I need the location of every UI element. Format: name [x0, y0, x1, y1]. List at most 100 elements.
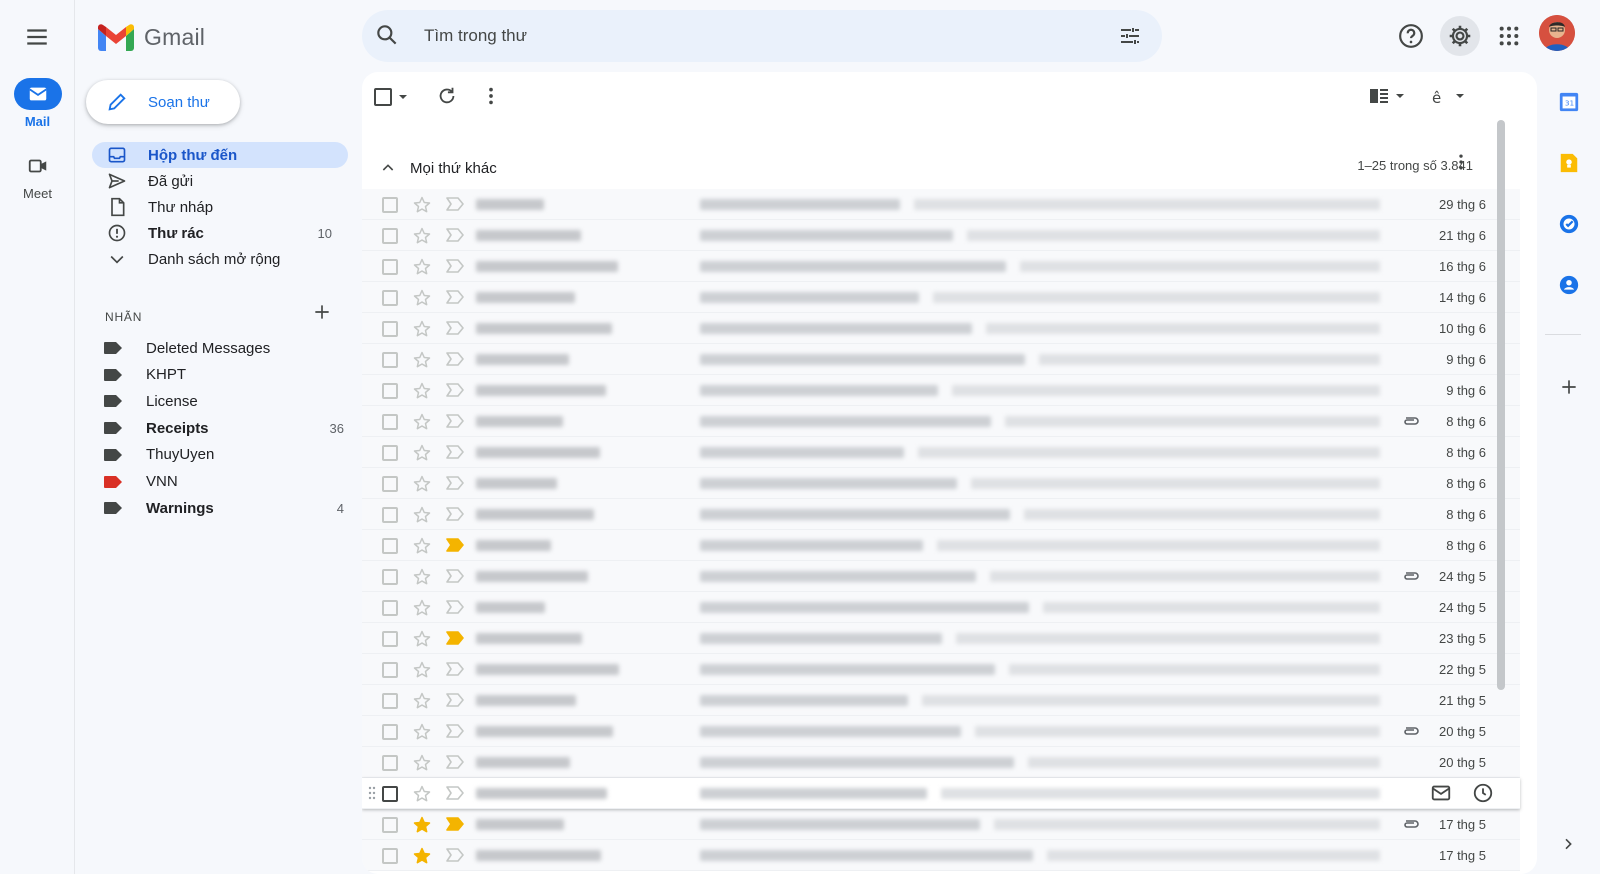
mark-unread-icon[interactable]	[1430, 782, 1452, 804]
email-row[interactable]: 8 thg 6	[362, 406, 1520, 437]
star-icon[interactable]	[412, 660, 432, 680]
star-icon[interactable]	[412, 381, 432, 401]
nav-item-inbox[interactable]: Hộp thư đến	[92, 142, 348, 168]
label-item-vnn[interactable]: VNN	[104, 469, 344, 495]
important-marker-icon[interactable]	[446, 848, 464, 862]
row-checkbox[interactable]	[382, 786, 398, 802]
important-marker-icon[interactable]	[446, 321, 464, 335]
important-marker-icon[interactable]	[446, 259, 464, 273]
email-row[interactable]: 8 thg 6	[362, 499, 1520, 530]
row-checkbox[interactable]	[382, 259, 398, 275]
label-item-khpt[interactable]: KHPT	[104, 362, 344, 388]
star-icon[interactable]	[412, 474, 432, 494]
nav-item-more[interactable]: Danh sách mở rộng	[92, 246, 348, 272]
attachment-icon[interactable]	[1402, 570, 1420, 582]
star-icon[interactable]	[412, 536, 432, 556]
email-row[interactable]: 9 thg 6	[362, 375, 1520, 406]
star-icon[interactable]	[412, 753, 432, 773]
star-icon[interactable]	[412, 195, 432, 215]
important-marker-icon[interactable]	[446, 197, 464, 211]
star-icon[interactable]	[412, 443, 432, 463]
label-item-deleted-messages[interactable]: Deleted Messages	[104, 335, 344, 361]
email-row[interactable]: 8 thg 6	[362, 437, 1520, 468]
row-checkbox[interactable]	[382, 383, 398, 399]
attachment-icon[interactable]	[1402, 725, 1420, 737]
important-marker-icon[interactable]	[446, 414, 464, 428]
important-marker-icon[interactable]	[446, 445, 464, 459]
more-options-icon[interactable]	[480, 85, 502, 107]
nav-item-spam[interactable]: Thư rác 10	[92, 220, 348, 246]
star-icon[interactable]	[412, 350, 432, 370]
add-addon-icon[interactable]	[1559, 377, 1581, 399]
important-marker-icon[interactable]	[446, 569, 464, 583]
star-icon[interactable]	[412, 815, 432, 835]
row-checkbox[interactable]	[382, 197, 398, 213]
select-all-checkbox[interactable]	[374, 88, 392, 106]
star-icon[interactable]	[412, 257, 432, 277]
search-options-icon[interactable]	[1118, 24, 1142, 48]
split-pane-icon[interactable]	[1368, 86, 1408, 106]
star-icon[interactable]	[412, 598, 432, 618]
important-marker-icon[interactable]	[446, 290, 464, 304]
email-row[interactable]: 20 thg 5	[362, 747, 1520, 778]
star-icon[interactable]	[412, 505, 432, 525]
nav-item-drafts[interactable]: Thư nháp	[92, 194, 348, 220]
search-input[interactable]: Tìm trong thư	[424, 26, 527, 46]
compose-button[interactable]: Soạn thư	[86, 80, 240, 124]
calendar-icon[interactable]: 31	[1558, 91, 1580, 113]
star-icon[interactable]	[412, 412, 432, 432]
email-row[interactable]: 22 thg 5	[362, 654, 1520, 685]
important-marker-icon[interactable]	[446, 383, 464, 397]
row-checkbox[interactable]	[382, 755, 398, 771]
important-marker-icon[interactable]	[446, 228, 464, 242]
email-row[interactable]: 20 thg 5	[362, 716, 1520, 747]
label-item-license[interactable]: License	[104, 388, 344, 414]
important-marker-icon[interactable]	[446, 786, 464, 800]
email-row[interactable]: 10 thg 6	[362, 313, 1520, 344]
label-item-thuyuyen[interactable]: ThuyUyen	[104, 442, 344, 468]
email-row[interactable]: 9 thg 6	[362, 344, 1520, 375]
row-checkbox[interactable]	[382, 600, 398, 616]
row-checkbox[interactable]	[382, 724, 398, 740]
email-row[interactable]: 8 thg 6	[362, 530, 1520, 561]
star-icon[interactable]	[412, 691, 432, 711]
scrollbar[interactable]	[1497, 120, 1505, 690]
attachment-icon[interactable]	[1402, 818, 1420, 830]
settings-gear-icon[interactable]	[1440, 16, 1480, 56]
label-item-warnings[interactable]: Warnings 4	[104, 495, 344, 521]
email-row[interactable]: 23 thg 5	[362, 623, 1520, 654]
chevron-right-icon[interactable]	[1560, 836, 1582, 858]
star-icon[interactable]	[412, 784, 432, 804]
important-marker-icon[interactable]	[446, 476, 464, 490]
email-row[interactable]: 29 thg 6	[362, 189, 1520, 220]
input-tools-icon[interactable]: ê	[1430, 86, 1470, 106]
section-more-icon[interactable]	[1451, 152, 1471, 172]
email-row[interactable]: 16 thg 6	[362, 251, 1520, 282]
email-row[interactable]: 24 thg 5	[362, 592, 1520, 623]
email-row[interactable]: 17 thg 5	[362, 840, 1520, 871]
row-checkbox[interactable]	[382, 817, 398, 833]
row-checkbox[interactable]	[382, 321, 398, 337]
row-checkbox[interactable]	[382, 693, 398, 709]
select-dropdown-icon[interactable]	[398, 92, 408, 102]
star-icon[interactable]	[412, 226, 432, 246]
main-menu-icon[interactable]	[24, 24, 50, 50]
email-row[interactable]: 14 thg 6	[362, 282, 1520, 313]
important-marker-icon[interactable]	[446, 693, 464, 707]
email-row[interactable]: 8 thg 6	[362, 468, 1520, 499]
star-icon[interactable]	[412, 319, 432, 339]
email-row[interactable]: 21 thg 6	[362, 220, 1520, 251]
important-marker-icon[interactable]	[446, 352, 464, 366]
chevron-up-icon[interactable]	[380, 160, 396, 176]
row-checkbox[interactable]	[382, 476, 398, 492]
important-marker-icon[interactable]	[446, 817, 464, 831]
drag-handle-icon[interactable]	[368, 786, 376, 800]
important-marker-icon[interactable]	[446, 631, 464, 645]
gmail-logo[interactable]: Gmail	[98, 24, 205, 51]
row-checkbox[interactable]	[382, 228, 398, 244]
avatar[interactable]	[1539, 15, 1575, 51]
refresh-icon[interactable]	[436, 85, 458, 107]
attachment-icon[interactable]	[1402, 415, 1420, 427]
star-icon[interactable]	[412, 722, 432, 742]
important-marker-icon[interactable]	[446, 538, 464, 552]
